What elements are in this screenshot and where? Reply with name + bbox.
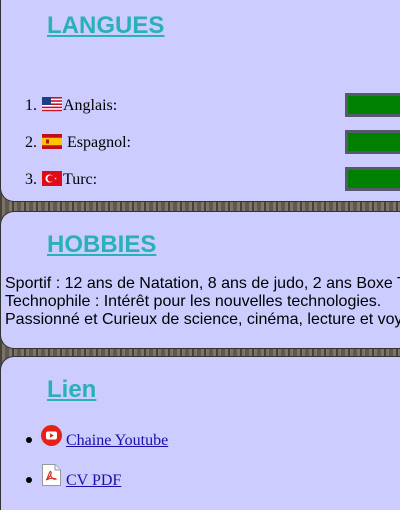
hobbies-text: Sportif : 12 ans de Natation, 8 ans de j… — [5, 275, 400, 329]
language-level-bar — [345, 167, 400, 191]
turkey-flag-icon — [42, 171, 62, 186]
langues-panel: LANGUES 1. Anglais: 2. Espagnol: 3. Turc… — [0, 0, 400, 202]
list-bullet — [26, 477, 32, 483]
language-level-bar — [345, 130, 400, 154]
hobby-line-sport: Sportif : 12 ans de Natation, 8 ans de j… — [5, 275, 400, 292]
list-bullet — [26, 437, 32, 443]
language-label: Turc: — [63, 171, 98, 188]
language-item-espagnol: 2. Espagnol: — [1, 130, 400, 156]
list-item-cv: CV PDF — [1, 464, 400, 494]
cv-pdf-link[interactable]: CV PDF — [66, 472, 121, 490]
language-level-bar — [345, 93, 400, 117]
hobby-line-culture: Passionné et Curieux de science, cinéma,… — [5, 311, 400, 328]
list-number: 1. — [25, 97, 37, 114]
lien-panel: Lien Chaine Youtube CV PDF — [0, 356, 400, 510]
hobbies-panel: HOBBIES Sportif : 12 ans de Natation, 8 … — [0, 211, 400, 349]
list-number: 2. — [25, 134, 37, 151]
youtube-icon[interactable] — [41, 425, 62, 446]
hobbies-title: HOBBIES — [47, 231, 157, 258]
lien-title: Lien — [47, 376, 97, 403]
langues-title: LANGUES — [47, 12, 165, 39]
language-item-turc: 3. Turc: — [1, 167, 400, 193]
youtube-link[interactable]: Chaine Youtube — [66, 432, 168, 450]
language-item-anglais: 1. Anglais: — [1, 93, 400, 119]
us-flag-icon — [42, 97, 62, 112]
hobby-line-tech: Technophile : Intérêt pour les nouvelles… — [5, 293, 382, 310]
pdf-icon[interactable] — [41, 464, 62, 486]
language-label: Anglais: — [63, 97, 118, 114]
language-label: Espagnol: — [63, 134, 131, 151]
list-item-youtube: Chaine Youtube — [1, 425, 400, 455]
list-number: 3. — [25, 171, 37, 188]
spain-flag-icon — [42, 134, 62, 149]
